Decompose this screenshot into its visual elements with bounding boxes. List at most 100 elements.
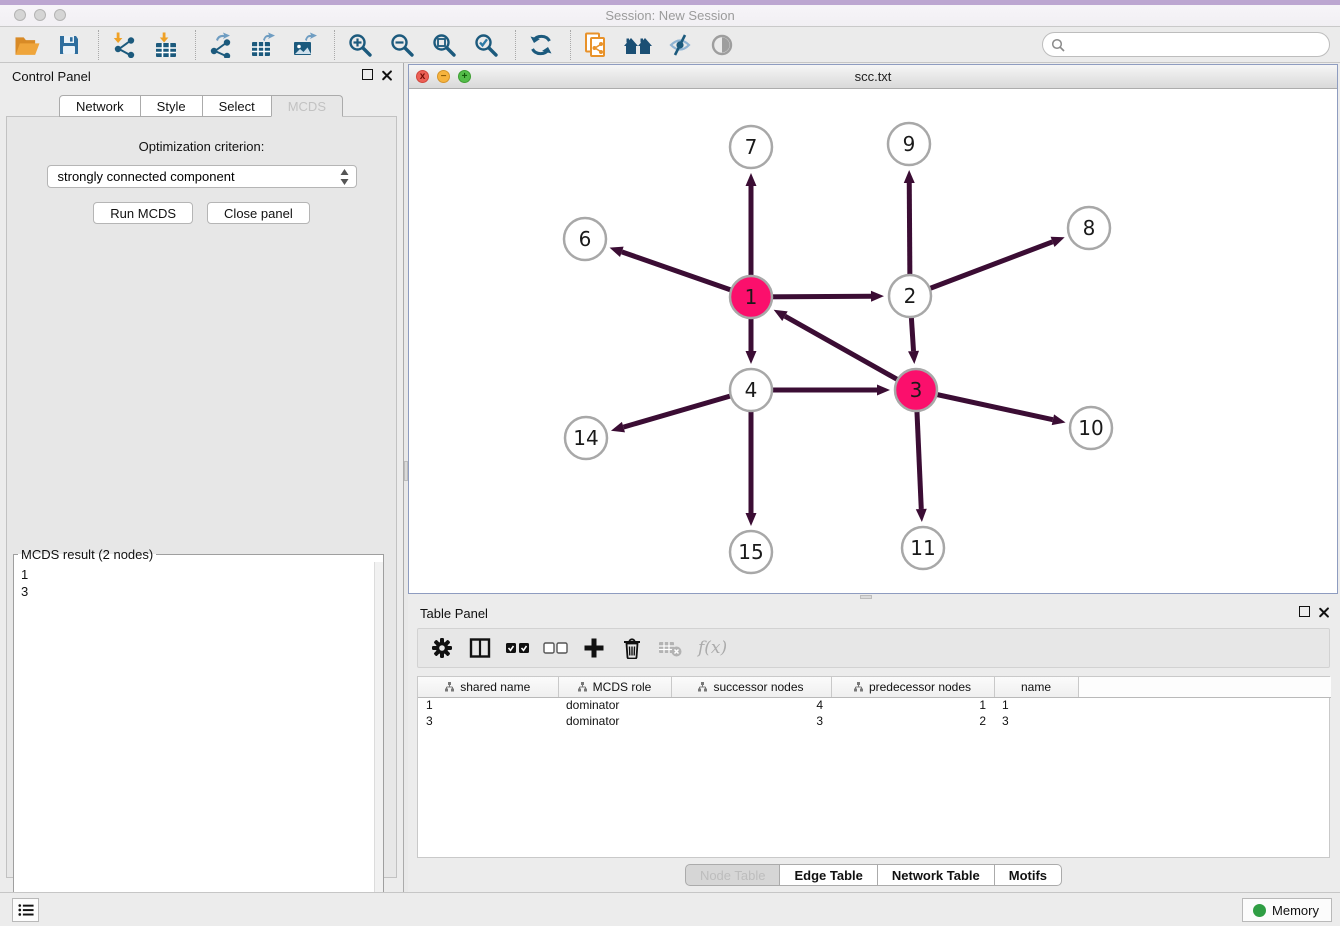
export-image-icon[interactable] (290, 31, 320, 59)
run-mcds-button[interactable]: Run MCDS (93, 202, 193, 224)
splitter-grip[interactable] (860, 595, 872, 599)
column-header-name[interactable]: name (994, 677, 1078, 697)
table-row[interactable]: 3 dominator 3 2 3 (418, 713, 1331, 729)
import-table-icon[interactable] (151, 31, 181, 59)
graph-node-label: 4 (745, 378, 758, 402)
graph-edge-arrowhead (746, 351, 757, 364)
home-icon[interactable] (623, 31, 653, 59)
toolbar-separator (334, 30, 335, 60)
tab-style[interactable]: Style (140, 95, 203, 117)
tab-select[interactable]: Select (202, 95, 272, 117)
column-type-icon (445, 682, 454, 692)
graph-edge-arrowhead (1052, 414, 1066, 425)
graph-node-label: 11 (910, 536, 935, 560)
graph-node-label: 8 (1083, 216, 1096, 240)
float-panel-icon[interactable] (1299, 606, 1310, 617)
select-stepper-icon (339, 168, 350, 186)
network-window-title: scc.txt (409, 69, 1337, 84)
delete-column-trash-icon[interactable] (618, 635, 646, 661)
column-header-predecessor-nodes[interactable]: predecessor nodes (831, 677, 994, 697)
graph-node-label: 7 (745, 135, 758, 159)
table-row[interactable]: 1 dominator 4 1 1 (418, 697, 1331, 713)
save-session-icon[interactable] (54, 31, 84, 59)
tab-edge-table[interactable]: Edge Table (779, 864, 877, 886)
node-table[interactable]: shared name MCDS role successor nodes pr… (417, 676, 1330, 858)
create-column-icon[interactable] (580, 635, 608, 661)
show-details-icon[interactable] (707, 31, 737, 59)
zoom-selected-icon[interactable] (471, 31, 501, 59)
graph-edge-arrowhead (610, 247, 624, 257)
tab-motifs[interactable]: Motifs (994, 864, 1062, 886)
window-top-strip (0, 0, 1340, 5)
mcds-result-group: MCDS result (2 nodes) 1 3 (13, 547, 384, 917)
toolbar-separator (515, 30, 516, 60)
control-panel: Control Panel Network Style Select MCDS … (0, 63, 403, 892)
show-columns-icon[interactable] (466, 635, 494, 661)
close-panel-icon[interactable] (381, 69, 393, 81)
table-header-row: shared name MCDS role successor nodes pr… (418, 677, 1331, 697)
mcds-result-line: 3 (21, 583, 373, 600)
graph-edge-arrowhead (746, 513, 757, 526)
graph-edge-arrowhead (877, 385, 890, 396)
graph-edge-3-1[interactable] (785, 316, 916, 390)
mcds-result-list[interactable]: 1 3 (15, 564, 373, 914)
memory-status-icon (1253, 904, 1266, 917)
column-type-icon (854, 682, 863, 692)
hide-details-icon[interactable] (665, 31, 695, 59)
graph-edge-arrowhead (908, 351, 919, 364)
export-network-icon[interactable] (206, 31, 236, 59)
control-panel-title: Control Panel (12, 69, 91, 84)
zoom-out-icon[interactable] (387, 31, 417, 59)
mcds-result-line: 1 (21, 566, 373, 583)
network-graph[interactable]: 7968124314101511 (409, 89, 1337, 593)
graph-edge-arrowhead (1051, 237, 1065, 247)
task-history-button[interactable] (12, 898, 39, 922)
optimization-criterion-select[interactable]: strongly connected component (47, 165, 357, 188)
control-panel-header: Control Panel (0, 63, 403, 89)
table-panel-title: Table Panel (420, 606, 488, 621)
graph-node-label: 15 (738, 540, 763, 564)
table-panel-tabs: Node Table Edge Table Network Table Moti… (408, 864, 1340, 886)
control-panel-tabs: Network Style Select MCDS (0, 95, 403, 117)
apply-layout-icon[interactable] (526, 31, 556, 59)
open-session-icon[interactable] (12, 31, 42, 59)
table-panel: Table Panel (408, 600, 1340, 892)
table-settings-gear-icon[interactable] (428, 635, 456, 661)
unselect-all-columns-icon[interactable] (542, 635, 570, 661)
column-header-successor-nodes[interactable]: successor nodes (671, 677, 831, 697)
import-network-icon[interactable] (109, 31, 139, 59)
search-input[interactable] (1070, 38, 1329, 52)
optimization-criterion-label: Optimization criterion: (7, 139, 396, 154)
column-header-mcds-role[interactable]: MCDS role (558, 677, 671, 697)
graph-edge-arrowhead (611, 422, 625, 433)
graph-node-label: 3 (910, 378, 923, 402)
memory-button[interactable]: Memory (1242, 898, 1332, 922)
toolbar-separator (98, 30, 99, 60)
network-canvas[interactable]: 7968124314101511 (409, 89, 1337, 593)
network-window-titlebar[interactable]: x − + scc.txt (409, 65, 1337, 89)
zoom-in-icon[interactable] (345, 31, 375, 59)
select-all-columns-icon[interactable] (504, 635, 532, 661)
export-table-icon[interactable] (248, 31, 278, 59)
graph-edge-arrowhead (904, 170, 915, 183)
column-header-shared-name[interactable]: shared name (418, 677, 558, 697)
float-panel-icon[interactable] (362, 69, 373, 80)
graph-node-label: 9 (903, 132, 916, 156)
tab-node-table[interactable]: Node Table (685, 864, 781, 886)
close-panel-icon[interactable] (1318, 606, 1330, 618)
graph-edge-arrowhead (746, 173, 757, 186)
tab-mcds[interactable]: MCDS (271, 95, 343, 117)
tab-network-table[interactable]: Network Table (877, 864, 995, 886)
network-view-window: x − + scc.txt 7968124314101511 (408, 64, 1338, 594)
function-builder-icon: f(x) (698, 638, 727, 658)
mcds-result-scrollbar[interactable] (374, 562, 383, 916)
zoom-fit-icon[interactable] (429, 31, 459, 59)
tab-network[interactable]: Network (59, 95, 141, 117)
graph-node-label: 14 (573, 426, 598, 450)
toolbar-separator (195, 30, 196, 60)
graph-edge-2-8[interactable] (910, 242, 1053, 296)
search-field[interactable] (1042, 32, 1330, 57)
column-type-icon (578, 682, 587, 692)
network-file-icon[interactable] (581, 31, 611, 59)
close-panel-button[interactable]: Close panel (207, 202, 310, 224)
